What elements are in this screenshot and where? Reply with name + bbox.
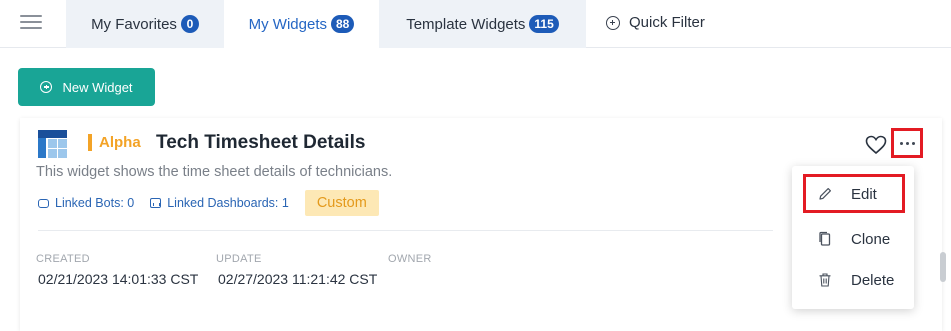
menu-item-clone[interactable]: Clone — [792, 221, 914, 257]
linked-bots-link[interactable]: Linked Bots: 0 — [38, 196, 134, 210]
linked-dashboards-link[interactable]: Linked Dashboards: 1 — [150, 196, 289, 210]
tab-label: My Widgets — [248, 15, 327, 33]
quick-filter-label: Quick Filter — [629, 14, 705, 31]
favorite-heart-icon[interactable] — [865, 135, 887, 155]
widget-meta: Linked Bots: 0 Linked Dashboards: 1 Cust… — [38, 190, 379, 216]
table-widget-icon — [38, 130, 67, 158]
widgets-page: My Favorites 0 My Widgets 88 Template Wi… — [0, 0, 951, 331]
new-widget-button[interactable]: New Widget — [18, 68, 155, 106]
count-badge: 115 — [529, 15, 559, 33]
scrollbar-thumb[interactable] — [940, 252, 946, 282]
more-options-button[interactable] — [891, 128, 923, 158]
menu-item-label: Edit — [851, 185, 877, 203]
created-value: 02/21/2023 14:01:33 CST — [38, 271, 199, 287]
trash-icon — [817, 272, 833, 288]
menu-item-edit[interactable]: Edit — [792, 176, 914, 212]
quick-filter-button[interactable]: Quick Filter — [606, 14, 705, 31]
dashboard-icon — [150, 198, 162, 208]
widget-tag: Alpha — [99, 134, 141, 151]
linked-bots-label: Linked Bots: 0 — [55, 196, 135, 210]
copy-icon — [817, 231, 833, 247]
update-label: UPDATE — [216, 253, 262, 265]
count-badge: 88 — [331, 15, 355, 33]
tab-my-widgets[interactable]: My Widgets 88 — [224, 0, 379, 48]
widget-description: This widget shows the time sheet details… — [36, 164, 393, 180]
linked-dashboards-label: Linked Dashboards: 1 — [167, 196, 289, 210]
tab-my-favorites[interactable]: My Favorites 0 — [66, 0, 224, 48]
ellipsis-icon — [899, 141, 915, 145]
pencil-icon — [817, 186, 833, 202]
add-circle-icon — [606, 15, 620, 30]
menu-item-label: Clone — [851, 230, 891, 248]
count-badge: 0 — [180, 15, 199, 33]
widget-title[interactable]: Tech Timesheet Details — [156, 132, 365, 154]
widget-actions-menu: Edit Clone Delete — [792, 166, 914, 309]
created-label: CREATED — [36, 253, 90, 265]
tab-label: Template Widgets — [406, 15, 526, 33]
divider — [38, 230, 773, 231]
hamburger-menu-icon[interactable] — [20, 15, 42, 33]
owner-label: OWNER — [388, 253, 432, 265]
tab-label: My Favorites — [91, 15, 177, 33]
tag-marker — [88, 134, 92, 151]
add-circle-icon — [40, 81, 53, 93]
update-value: 02/27/2023 11:21:42 CST — [218, 271, 378, 287]
new-widget-label: New Widget — [62, 79, 133, 95]
tab-template-widgets[interactable]: Template Widgets 115 — [379, 0, 586, 48]
tab-bar: My Favorites 0 My Widgets 88 Template Wi… — [0, 0, 951, 48]
bot-icon — [38, 198, 49, 208]
menu-item-delete[interactable]: Delete — [792, 262, 914, 298]
widget-type-badge: Custom — [304, 190, 379, 216]
menu-item-label: Delete — [851, 271, 895, 289]
